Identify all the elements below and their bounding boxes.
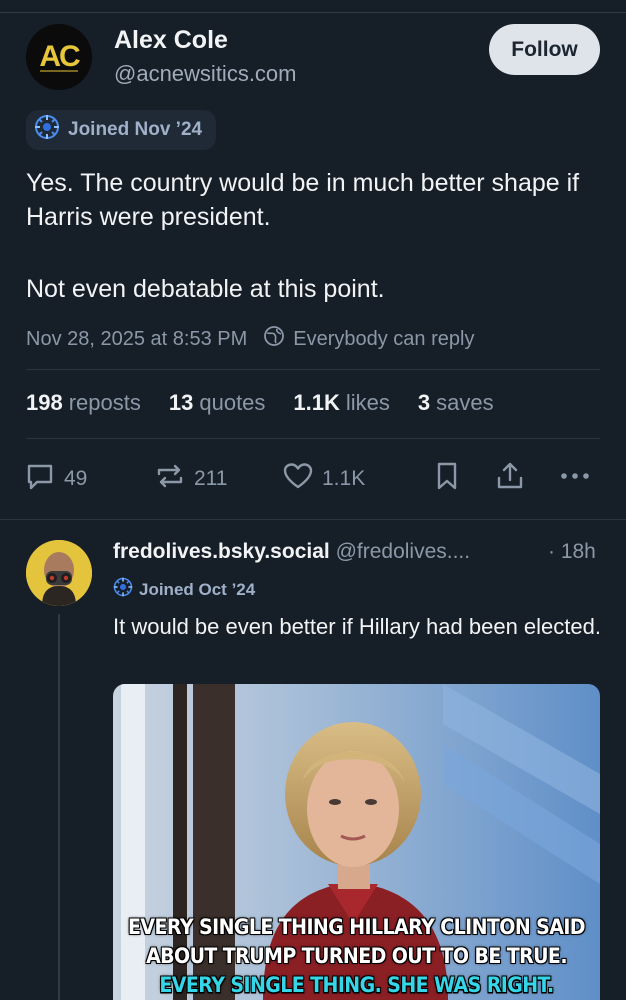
reply-timestamp[interactable]: · 18h (548, 540, 596, 564)
sparkle-badge-icon (113, 577, 133, 602)
stats-bottom-divider (26, 438, 600, 439)
stats-top-divider (26, 369, 600, 370)
reply-setting[interactable]: Everybody can reply (263, 325, 474, 353)
post-timestamp[interactable]: Nov 28, 2025 at 8:53 PM (26, 328, 247, 351)
reply-joined-badge[interactable]: Joined Oct ’24 (113, 577, 255, 602)
like-icon (282, 460, 314, 498)
engagement-stats: 198 reposts 13 quotes 1.1K likes 3 saves (26, 390, 494, 416)
reply-count: 49 (64, 467, 88, 490)
reply-author-avatar[interactable] (26, 540, 92, 606)
svg-text:AC: AC (39, 40, 80, 73)
quotes-stat[interactable]: 13 quotes (169, 390, 266, 416)
reply-icon (24, 460, 56, 498)
reply-author-handle[interactable]: @fredolives.... (336, 540, 471, 563)
post-actions: 49 211 1.1K (24, 460, 604, 496)
reply-author-name[interactable]: fredolives.bsky.social (113, 540, 330, 563)
meme-caption-line: ABOUT TRUMP TURNED OUT TO BE TRUE. (146, 944, 567, 969)
meme-caption-line: EVERY SINGLE THING HILLARY CLINTON SAID (128, 914, 586, 940)
post-divider (0, 519, 626, 520)
meme-caption: EVERY SINGLE THING HILLARY CLINTON SAID … (113, 913, 600, 1000)
globe-icon (263, 325, 285, 353)
reply-body: It would be even better if Hillary had b… (113, 614, 601, 639)
post-text-paragraph: Yes. The country would be in much better… (26, 169, 580, 231)
like-count: 1.1K (322, 467, 366, 490)
reply-button[interactable]: 49 (24, 460, 87, 498)
ac-logo-icon: AC (26, 24, 92, 90)
follow-button[interactable]: Follow (489, 24, 600, 75)
joined-label: Joined Nov ’24 (68, 119, 203, 140)
more-options-button[interactable] (558, 460, 592, 498)
top-divider (0, 12, 626, 13)
post-body: Yes. The country would be in much better… (26, 166, 606, 306)
repost-icon (154, 460, 186, 498)
reply-image[interactable]: EVERY SINGLE THING HILLARY CLINTON SAID … (113, 684, 600, 1000)
author-name[interactable]: Alex Cole (114, 26, 228, 55)
repost-button[interactable]: 211 (154, 460, 227, 498)
reply-setting-label: Everybody can reply (293, 327, 475, 350)
reply-joined-label: Joined Oct ’24 (139, 579, 256, 599)
author-avatar[interactable]: AC (26, 24, 92, 90)
sparkle-badge-icon (34, 114, 60, 146)
joined-badge[interactable]: Joined Nov ’24 (26, 110, 217, 150)
likes-stat[interactable]: 1.1K likes (293, 390, 390, 416)
like-button[interactable]: 1.1K (282, 460, 365, 498)
bookmark-icon (431, 460, 463, 498)
post-text-paragraph: Not even debatable at this point. (26, 275, 385, 303)
saves-stat[interactable]: 3 saves (418, 390, 494, 416)
meme-caption-line: EVERY SINGLE THING. SHE WAS RIGHT. (159, 973, 554, 998)
thread-line (58, 614, 60, 1000)
share-icon (494, 460, 526, 498)
reposts-stat[interactable]: 198 reposts (26, 390, 141, 416)
author-handle[interactable]: @acnewsitics.com (114, 61, 297, 87)
bookmark-button[interactable] (431, 460, 463, 498)
reply-header: fredolives.bsky.social @fredolives.... (113, 540, 470, 564)
repost-count: 211 (194, 467, 228, 490)
share-button[interactable] (494, 460, 526, 498)
more-icon (558, 460, 592, 498)
post-meta: Nov 28, 2025 at 8:53 PM Everybody can re… (26, 325, 474, 353)
